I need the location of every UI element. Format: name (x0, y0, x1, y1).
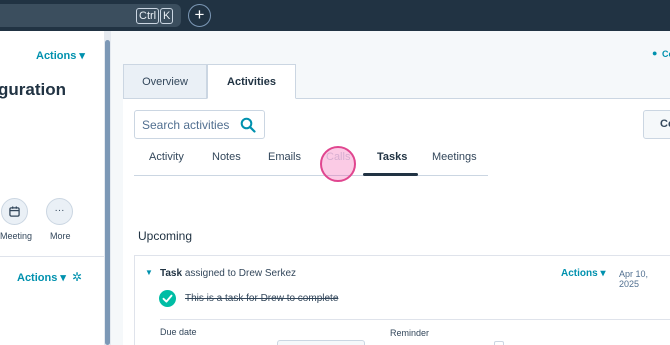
task-actions-label: Actions (561, 268, 598, 279)
more-action-label: More (50, 231, 71, 241)
task-date: Apr 10, 2025 (619, 269, 649, 289)
meeting-action-button[interactable] (1, 198, 28, 225)
ellipsis-icon: ··· (54, 205, 65, 216)
more-actions-button[interactable]: ··· (46, 198, 73, 225)
click-highlight-marker (320, 146, 356, 182)
task-actions-dropdown[interactable]: Actions ▾ (561, 268, 605, 279)
activity-subtabs: Activity Notes Emails Calls Tasks Meetin… (134, 146, 488, 176)
shortcut-k-key: K (160, 8, 173, 24)
record-actions-label: Actions (36, 50, 77, 62)
task-description[interactable]: This is a task for Drew to complete (185, 293, 338, 304)
subtab-tasks[interactable]: Tasks (377, 151, 407, 163)
subtab-notes[interactable]: Notes (212, 151, 241, 163)
checkmark-icon (162, 294, 173, 303)
active-subtab-indicator (363, 173, 418, 176)
tab-activities[interactable]: Activities (207, 64, 296, 99)
top-nav-bar: Ctrl K + (0, 0, 670, 31)
activity-search-input[interactable] (142, 111, 237, 138)
chevron-down-icon: ▾ (600, 268, 606, 279)
due-date-field[interactable] (277, 340, 365, 345)
section-actions-dropdown[interactable]: Actions ▾ (17, 271, 66, 284)
upcoming-section-heading: Upcoming (138, 229, 193, 243)
reminder-checkbox[interactable] (494, 341, 504, 345)
status-dot-icon: ● (652, 48, 658, 58)
due-date-label: Due date (160, 327, 197, 337)
subtab-meetings[interactable]: Meetings (432, 151, 477, 163)
meeting-action-label: Meeting (0, 231, 33, 241)
reminder-label: Reminder (390, 328, 430, 338)
header-corner-link[interactable]: Co (662, 49, 670, 59)
search-icon[interactable] (240, 117, 256, 133)
shortcut-ctrl-key: Ctrl (136, 8, 159, 24)
gear-icon[interactable]: ✲ (72, 270, 82, 284)
chevron-down-icon[interactable]: ▼ (145, 268, 153, 277)
create-new-button[interactable]: + (188, 4, 211, 27)
task-complete-checkbox[interactable] (159, 290, 176, 307)
task-type: Task (160, 268, 183, 279)
global-search-box[interactable]: Ctrl K (0, 4, 181, 27)
sidebar-divider (0, 256, 104, 257)
collapse-all-button[interactable]: Co (643, 110, 670, 139)
task-heading[interactable]: Task assigned to Drew Serkez (160, 268, 296, 279)
section-actions-label: Actions (17, 272, 58, 284)
task-divider (160, 319, 670, 320)
subtab-activity[interactable]: Activity (149, 151, 184, 163)
task-assignee-text: assigned to Drew Serkez (184, 268, 297, 279)
record-actions-dropdown[interactable]: Actions ▾ (36, 49, 85, 62)
chevron-down-icon: ▾ (79, 50, 85, 62)
tab-overview[interactable]: Overview (123, 64, 207, 99)
sidebar-scrollbar-thumb[interactable] (105, 40, 110, 345)
subtab-emails[interactable]: Emails (268, 151, 301, 163)
chevron-down-icon: ▾ (60, 272, 66, 284)
calendar-icon (9, 206, 20, 217)
record-title: guration (0, 80, 66, 99)
record-sidebar (0, 31, 104, 345)
activity-search-box (134, 110, 265, 139)
